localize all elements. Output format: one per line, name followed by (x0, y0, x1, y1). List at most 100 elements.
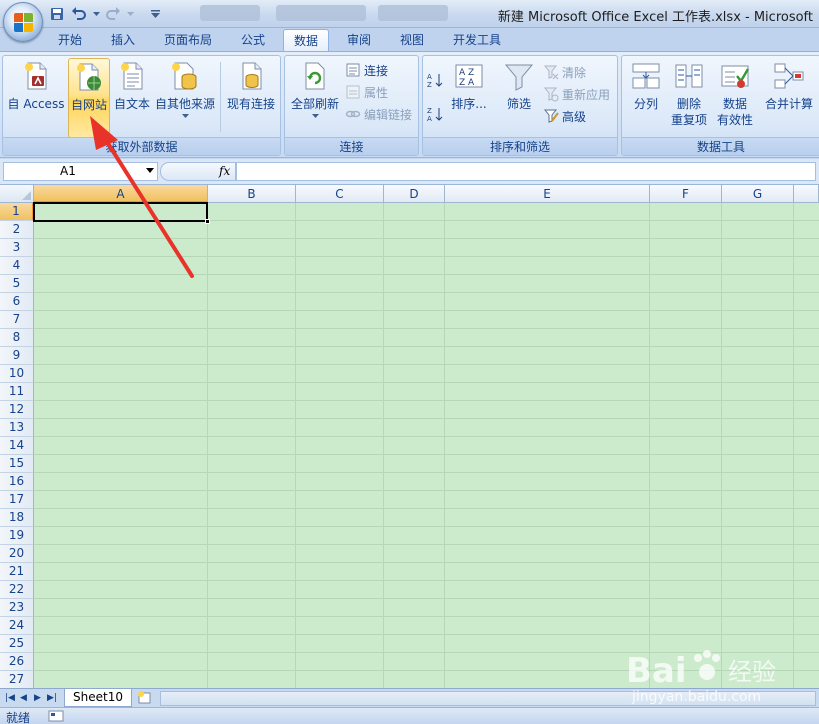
remove-duplicates-icon (675, 64, 703, 88)
from-text-button[interactable]: 自文本 (111, 58, 153, 136)
existing-connections-button[interactable]: 现有连接 (223, 58, 279, 136)
row-header-25[interactable]: 25 (0, 635, 34, 653)
redo-icon[interactable] (104, 5, 122, 23)
row-header-1[interactable]: 1 (0, 203, 34, 221)
row-header-14[interactable]: 14 (0, 437, 34, 455)
row-header-11[interactable]: 11 (0, 383, 34, 401)
insert-sheet-icon[interactable] (136, 690, 156, 706)
tab-insert[interactable]: 插入 (101, 29, 145, 52)
row-header-21[interactable]: 21 (0, 563, 34, 581)
row-header-10[interactable]: 10 (0, 365, 34, 383)
column-header-e[interactable]: E (445, 185, 650, 203)
row-header-6[interactable]: 6 (0, 293, 34, 311)
svg-text:A Z: A Z (459, 68, 474, 78)
row-header-13[interactable]: 13 (0, 419, 34, 437)
chevron-down-icon[interactable] (92, 5, 100, 23)
existing-connections-label: 现有连接 (226, 97, 275, 111)
tab-formulas[interactable]: 公式 (231, 29, 275, 52)
row-header-26[interactable]: 26 (0, 653, 34, 671)
customize-icon[interactable] (146, 5, 164, 23)
column-header-d[interactable]: D (384, 185, 445, 203)
row-header-9[interactable]: 9 (0, 347, 34, 365)
next-sheet-icon[interactable]: ▶ (34, 693, 41, 703)
from-text-label: 自文本 (113, 97, 150, 111)
insert-function-icon[interactable]: fx (219, 164, 230, 178)
row-header-18[interactable]: 18 (0, 509, 34, 527)
first-sheet-icon[interactable]: |◀ (5, 693, 15, 703)
row-header-2[interactable]: 2 (0, 221, 34, 239)
tab-page-layout[interactable]: 页面布局 (154, 29, 222, 52)
sort-ascending-button[interactable]: AZ (427, 70, 443, 90)
row-header-15[interactable]: 15 (0, 455, 34, 473)
row-header-8[interactable]: 8 (0, 329, 34, 347)
last-sheet-icon[interactable]: ▶| (47, 693, 57, 703)
text-to-columns-button[interactable]: 分列 (626, 58, 666, 136)
tab-view[interactable]: 视图 (390, 29, 434, 52)
from-web-button[interactable]: 自网站 (68, 58, 110, 138)
active-cell[interactable] (33, 202, 208, 222)
status-text: 就绪 (6, 711, 31, 724)
horizontal-scrollbar[interactable] (160, 691, 816, 706)
clear-label: 清除 (562, 65, 587, 80)
sort-button[interactable]: A ZZ A 排序... (449, 58, 489, 136)
formula-input[interactable] (236, 162, 816, 181)
column-header-f[interactable]: F (650, 185, 722, 203)
row-header-23[interactable]: 23 (0, 599, 34, 617)
row-header-27[interactable]: 27 (0, 671, 34, 688)
chevron-down-icon[interactable] (146, 168, 154, 173)
column-header-next[interactable] (794, 185, 819, 203)
remove-duplicates-label-1: 删除 (676, 97, 701, 111)
row-header-20[interactable]: 20 (0, 545, 34, 563)
group-get-external-data: 自 Access 自网站 自文本 自其他来源 现有连接 获取外部数据 (2, 55, 281, 156)
sheet-tab[interactable]: Sheet10 (64, 689, 132, 707)
row-header-12[interactable]: 12 (0, 401, 34, 419)
worksheet-grid[interactable]: ABCDEFG 1 2 3 4 5 6 7 8 9 10 11 12 13 14 15 16 17 18 19 20 2… (0, 185, 819, 688)
row-header-7[interactable]: 7 (0, 311, 34, 329)
clear-filter-button[interactable]: 清除 (543, 62, 586, 82)
refresh-all-button[interactable]: 全部刷新 (288, 58, 342, 136)
properties-button[interactable]: 属性 (345, 82, 388, 102)
undo-icon[interactable] (70, 5, 88, 23)
office-button[interactable] (3, 2, 43, 42)
taskbar-blur (200, 5, 260, 21)
column-header-b[interactable]: B (208, 185, 296, 203)
row-header-4[interactable]: 4 (0, 257, 34, 275)
edit-links-button[interactable]: 编辑链接 (345, 104, 412, 124)
column-header-g[interactable]: G (722, 185, 794, 203)
from-other-sources-button[interactable]: 自其他来源 (153, 58, 217, 136)
row-header-16[interactable]: 16 (0, 473, 34, 491)
column-header-c[interactable]: C (296, 185, 384, 203)
fill-handle[interactable] (205, 219, 210, 224)
filter-button[interactable]: 筛选 (499, 58, 539, 136)
reapply-label: 重新应用 (562, 87, 611, 102)
save-icon[interactable] (48, 5, 66, 23)
consolidate-button[interactable]: 合并计算 (761, 58, 817, 136)
advanced-filter-button[interactable]: 高级 (543, 106, 586, 126)
row-header-19[interactable]: 19 (0, 527, 34, 545)
connections-button[interactable]: 连接 (345, 60, 388, 80)
svg-text:Z: Z (427, 107, 432, 115)
reapply-button[interactable]: 重新应用 (543, 84, 610, 104)
column-header-a[interactable]: A (34, 185, 208, 203)
prev-sheet-icon[interactable]: ◀ (20, 693, 27, 703)
sort-descending-button[interactable]: ZA (427, 104, 443, 124)
row-header-22[interactable]: 22 (0, 581, 34, 599)
data-validation-button[interactable]: 数据 有效性 (711, 58, 759, 136)
remove-duplicates-button[interactable]: 删除 重复项 (668, 58, 710, 136)
tab-developer[interactable]: 开发工具 (443, 29, 511, 52)
row-header-24[interactable]: 24 (0, 617, 34, 635)
row-header-17[interactable]: 17 (0, 491, 34, 509)
name-box[interactable]: A1 (3, 162, 158, 181)
macro-record-icon[interactable] (48, 710, 64, 722)
tab-review[interactable]: 审阅 (337, 29, 381, 52)
row-header-3[interactable]: 3 (0, 239, 34, 257)
tab-data[interactable]: 数据 (283, 29, 330, 52)
office-logo-icon (14, 13, 34, 33)
reapply-icon (543, 87, 559, 102)
row-header-5[interactable]: 5 (0, 275, 34, 293)
tab-home[interactable]: 开始 (48, 29, 92, 52)
from-access-button[interactable]: 自 Access (5, 58, 67, 136)
select-all-button[interactable] (0, 185, 34, 203)
sort-dialog-icon: A ZZ A (455, 64, 483, 88)
chevron-down-icon[interactable] (126, 5, 134, 23)
